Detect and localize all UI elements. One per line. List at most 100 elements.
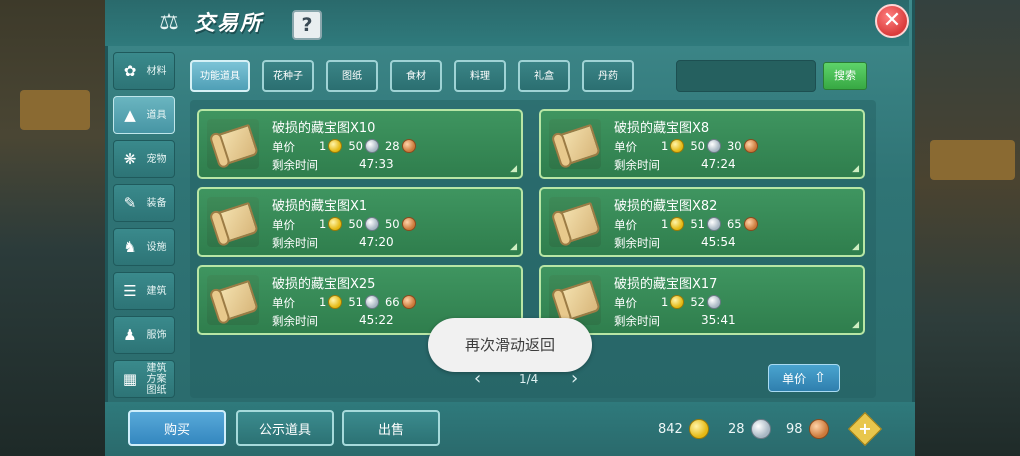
remaining-time-label: 剩余时间: [272, 236, 318, 250]
sidebar-item-clothing[interactable]: ♟ 服饰: [113, 316, 175, 354]
item-price: 1 50 28: [319, 137, 416, 155]
silver-amount: 50: [348, 139, 363, 153]
item-thumbnail: [207, 119, 260, 169]
close-icon: ✕: [882, 8, 902, 33]
silver-amount: 51: [348, 295, 363, 309]
gold-balance: 842: [658, 421, 683, 437]
treasure-map-icon: [554, 201, 602, 245]
gold-amount: 1: [661, 295, 669, 309]
sidebar-item-label: 建筑方案图纸: [146, 362, 167, 396]
sidebar-item-label: 宠物: [146, 153, 167, 165]
item-card[interactable]: 破损的藏宝图X10 单价 1 50 28 剩余时间 47:33 ◢: [197, 109, 523, 179]
item-name: 破损的藏宝图X25: [272, 277, 376, 292]
item-name: 破损的藏宝图X8: [614, 121, 710, 136]
toast-message: 再次滑动返回: [428, 318, 592, 372]
building-icon: ☰: [123, 282, 137, 300]
remaining-time-label: 剩余时间: [272, 158, 318, 172]
copper-amount: 50: [384, 217, 400, 231]
copper-amount: 66: [384, 295, 400, 309]
sidebar-item-equipment[interactable]: ✎ 装备: [113, 184, 175, 222]
gold-coin-icon: [670, 295, 685, 309]
item-card[interactable]: 破损的藏宝图X8 单价 1 50 30 剩余时间 47:24 ◢: [539, 109, 865, 179]
clothing-icon: ♟: [123, 326, 137, 344]
treasure-map-icon: [554, 123, 602, 167]
gold-coin-icon: [688, 419, 709, 439]
sidebar-item-label: 服饰: [146, 329, 167, 341]
scene-roof-left: [20, 90, 90, 130]
treasure-map-icon: [554, 279, 602, 323]
item-card[interactable]: 破损的藏宝图X1 单价 1 50 50 剩余时间 47:20 ◢: [197, 187, 523, 257]
sidebar-item-material[interactable]: ✿ 材料: [113, 52, 175, 90]
item-price: 1 50 30: [661, 137, 758, 155]
close-button[interactable]: ✕: [875, 4, 909, 38]
sell-button[interactable]: 出售: [342, 410, 440, 446]
sidebar-item-label: 装备: [146, 197, 167, 209]
next-page-button[interactable]: ›: [571, 368, 578, 389]
silver-amount: 50: [348, 217, 363, 231]
search-input[interactable]: [676, 60, 816, 92]
copper-coin-icon: [743, 139, 758, 153]
sidebar-item-label: 道具: [146, 109, 167, 121]
scene-roof-right: [930, 140, 1015, 180]
tab-gift-box[interactable]: 礼盒: [518, 60, 570, 92]
copper-balance: 98: [786, 421, 803, 437]
remaining-time-value: 35:41: [701, 313, 736, 327]
sort-by-price-button[interactable]: 单价 ⇧: [768, 364, 840, 392]
tab-blueprints[interactable]: 图纸: [326, 60, 378, 92]
remaining-time-label: 剩余时间: [614, 314, 660, 328]
remaining-time-value: 45:54: [701, 235, 736, 249]
sidebar-item-building[interactable]: ☰ 建筑: [113, 272, 175, 310]
page-title: 交易所: [194, 11, 263, 35]
silver-coin-icon: [706, 295, 721, 309]
gold-amount: 1: [319, 295, 327, 309]
item-thumbnail: [549, 119, 602, 169]
scene-background-right: [910, 0, 1020, 456]
sidebar-item-pet[interactable]: ❋ 宠物: [113, 140, 175, 178]
tab-elixirs[interactable]: 丹药: [582, 60, 634, 92]
public-items-button[interactable]: 公示道具: [236, 410, 334, 446]
unit-price-label: 单价: [614, 140, 637, 154]
silver-amount: 52: [690, 295, 705, 309]
unit-price-label: 单价: [272, 140, 295, 154]
unit-price-label: 单价: [614, 218, 637, 232]
buy-button[interactable]: 购买: [128, 410, 226, 446]
sort-label: 单价: [782, 371, 807, 386]
tab-cuisine[interactable]: 料理: [454, 60, 506, 92]
item-thumbnail: [549, 197, 602, 247]
corner-mark-icon: ◢: [852, 164, 859, 174]
blueprint-icon: ▦: [122, 370, 138, 388]
sidebar-item-tool[interactable]: ▲ 道具: [113, 96, 175, 134]
sidebar-item-blueprint[interactable]: ▦ 建筑方案图纸: [113, 360, 175, 398]
copper-coin-icon: [743, 217, 758, 231]
category-sidebar: ✿ 材料 ▲ 道具 ❋ 宠物 ✎ 装备 ♞ 设施 ☰ 建筑 ♟ 服饰 ▦ 建筑方…: [113, 52, 177, 404]
tab-function-items[interactable]: 功能道具: [190, 60, 250, 92]
remaining-time-value: 47:24: [701, 157, 736, 171]
item-card[interactable]: 破损的藏宝图X82 单价 1 51 65 剩余时间 45:54 ◢: [539, 187, 865, 257]
gold-amount: 1: [661, 139, 669, 153]
pet-icon: ❋: [123, 150, 137, 168]
gold-amount: 1: [319, 217, 327, 231]
tab-flower-seeds[interactable]: 花种子: [262, 60, 314, 92]
item-card[interactable]: 破损的藏宝图X17 单价 1 52 剩余时间 35:41 ◢: [539, 265, 865, 335]
wallet-gold: 842: [658, 418, 709, 440]
gold-coin-icon: [328, 217, 343, 231]
search-button[interactable]: 搜索: [823, 62, 867, 90]
page-indicator: 1/4: [519, 372, 539, 386]
help-button[interactable]: ?: [292, 10, 322, 40]
corner-mark-icon: ◢: [510, 242, 517, 252]
remaining-time-value: 45:22: [359, 313, 394, 327]
silver-amount: 50: [690, 139, 705, 153]
sidebar-item-facility[interactable]: ♞ 设施: [113, 228, 175, 266]
material-icon: ✿: [123, 62, 137, 80]
tab-ingredients[interactable]: 食材: [390, 60, 442, 92]
item-name: 破损的藏宝图X82: [614, 199, 718, 214]
wallet-silver: 28: [728, 418, 771, 440]
silver-coin-icon: [364, 217, 379, 231]
remaining-time-label: 剩余时间: [614, 158, 660, 172]
remaining-time-value: 47:33: [359, 157, 394, 171]
treasure-map-icon: [212, 201, 260, 245]
silver-balance: 28: [728, 421, 745, 437]
copper-coin-icon: [808, 419, 829, 439]
copper-amount: 65: [726, 217, 742, 231]
item-thumbnail: [207, 275, 260, 325]
